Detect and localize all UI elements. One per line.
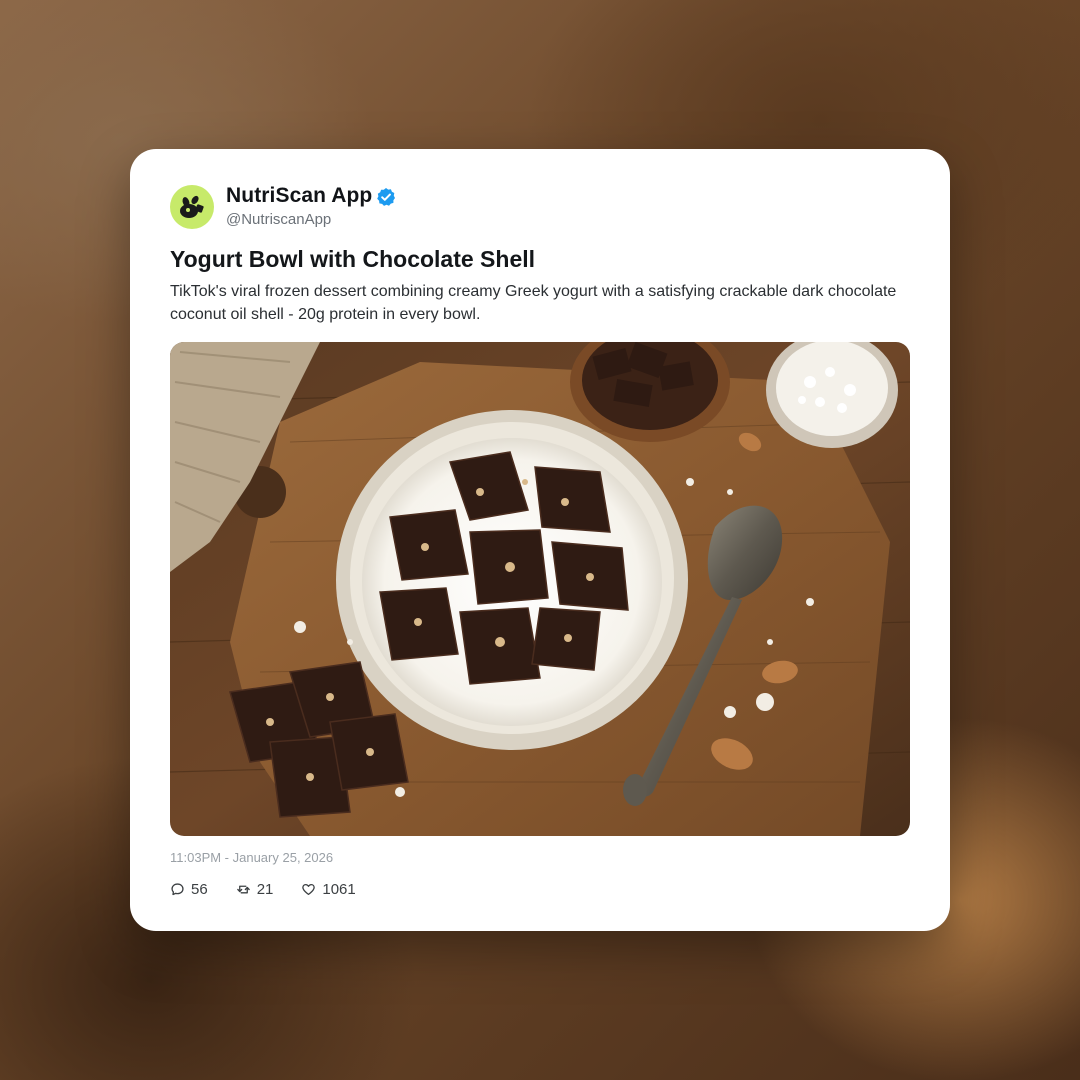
like-count: 1061 <box>322 881 356 898</box>
food-photo[interactable] <box>170 342 910 836</box>
engagement-bar: 56 21 1061 <box>170 881 356 898</box>
post-title: Yogurt Bowl with Chocolate Shell <box>170 246 536 272</box>
avatar[interactable] <box>170 185 214 229</box>
reply-count: 56 <box>191 881 208 898</box>
comment-icon <box>171 883 184 896</box>
reply-action[interactable]: 56 <box>170 881 208 898</box>
verified-badge-icon <box>377 188 395 206</box>
repost-count: 21 <box>256 881 274 898</box>
post-timestamp: 11:03PM - January 25, 2026 <box>170 850 334 865</box>
user-handle[interactable]: @NutriscanApp <box>226 211 331 228</box>
food-photo-illustration <box>170 342 910 836</box>
repost-icon <box>236 885 250 894</box>
repost-action[interactable]: 21 <box>236 881 274 898</box>
leaf-logo-icon <box>180 195 204 218</box>
display-name[interactable]: NutriScan App <box>226 184 372 208</box>
post-card: NutriScan App @NutriscanApp Yogurt Bowl … <box>130 149 950 931</box>
heart-icon <box>302 883 316 896</box>
post-body: TikTok's viral frozen dessert combining … <box>170 283 897 323</box>
like-action[interactable]: 1061 <box>301 881 356 898</box>
